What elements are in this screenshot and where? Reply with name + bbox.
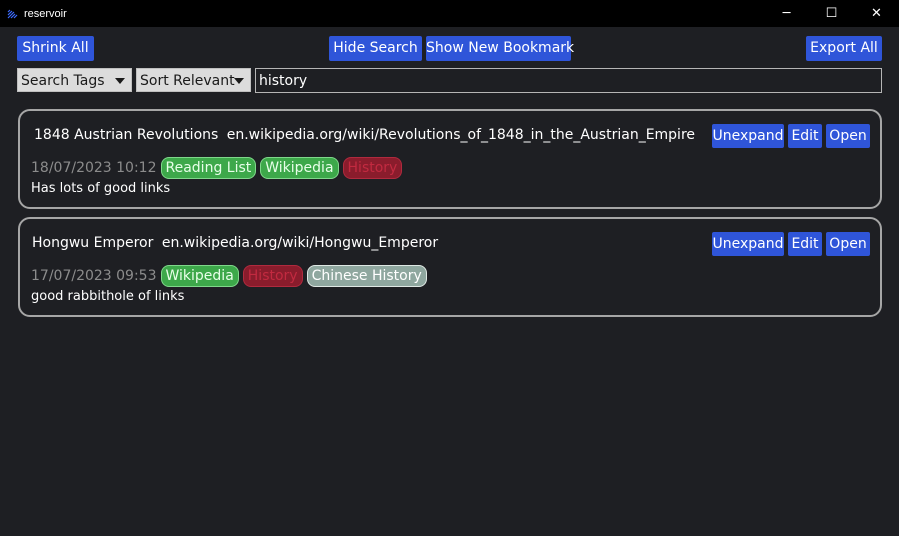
bookmark-title: Hongwu Emperor [32,235,154,251]
tag-wikipedia[interactable]: Wikipedia [260,156,339,179]
edit-button[interactable]: Edit [788,232,822,256]
tag-history[interactable]: History [342,156,403,179]
bookmark-note: good rabbithole of links [31,289,185,304]
bookmark-url[interactable]: en.wikipedia.org/wiki/Revolutions_of_184… [227,127,695,143]
open-button[interactable]: Open [826,124,870,148]
bookmark-note: Has lots of good links [31,181,171,196]
unexpand-button[interactable]: Unexpand [712,232,784,256]
search-input[interactable] [255,68,882,93]
bookmark-header: Hongwu Emperor en.wikipedia.org/wiki/Hon… [32,235,438,251]
sort-select[interactable]: Sort Relevant [136,68,251,92]
tag-reading-list[interactable]: Reading List [160,156,257,179]
window-controls: ─ ☐ ✕ [764,0,899,27]
bookmark-date: 18/07/2023 10:12 [31,159,157,176]
maximize-button[interactable]: ☐ [809,0,854,27]
tag-chinese-history[interactable]: Chinese History [306,264,427,287]
search-tags-select-label: Search Tags [21,73,105,89]
search-tags-select[interactable]: Search Tags [17,68,132,92]
bookmark-header: 1848 Austrian Revolutions en.wikipedia.o… [34,127,695,143]
tag-history[interactable]: History [242,264,303,287]
open-button[interactable]: Open [826,232,870,256]
window-title: reservoir [24,7,67,20]
bookmark-meta: 17/07/2023 09:53 Wikipedia History Chine… [31,264,431,287]
export-all-button[interactable]: Export All [806,36,882,61]
edit-button[interactable]: Edit [788,124,822,148]
title-bar: reservoir ─ ☐ ✕ [0,0,899,27]
close-button[interactable]: ✕ [854,0,899,27]
shrink-all-button[interactable]: Shrink All [17,36,94,61]
app-window: reservoir ─ ☐ ✕ Shrink All Hide Search S… [0,0,899,536]
bookmark-url[interactable]: en.wikipedia.org/wiki/Hongwu_Emperor [162,235,438,251]
bookmark-title: 1848 Austrian Revolutions [34,127,219,143]
bookmark-date: 17/07/2023 09:53 [31,267,157,284]
unexpand-button[interactable]: Unexpand [712,124,784,148]
dropdown-arrow-icon [115,78,125,84]
hide-search-button[interactable]: Hide Search [329,36,422,61]
sort-select-label: Sort Relevant [140,73,235,89]
show-new-bookmark-button[interactable]: Show New Bookmark [426,36,574,61]
dropdown-arrow-icon [234,78,244,84]
bookmark-card: Hongwu Emperor en.wikipedia.org/wiki/Hon… [18,217,882,317]
reservoir-logo-icon [7,8,19,20]
bookmark-meta: 18/07/2023 10:12 Reading List Wikipedia … [31,156,406,179]
tag-wikipedia[interactable]: Wikipedia [160,264,239,287]
minimize-button[interactable]: ─ [764,0,809,27]
bookmark-card: 1848 Austrian Revolutions en.wikipedia.o… [18,109,882,209]
